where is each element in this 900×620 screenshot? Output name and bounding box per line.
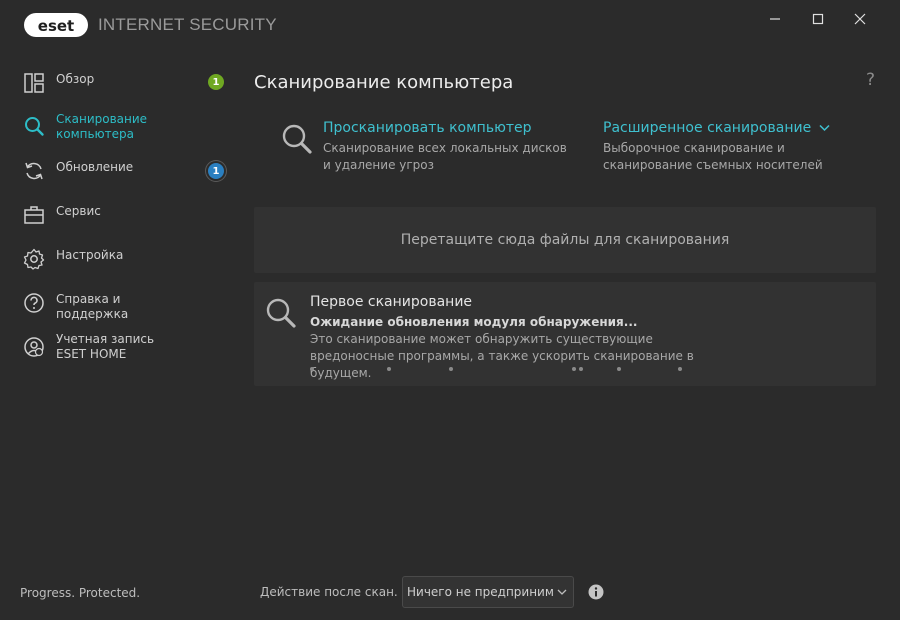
advanced-scan-desc: Выборочное сканирование и сканирование с… — [603, 141, 823, 172]
tagline: Progress. Protected. — [20, 586, 141, 600]
first-scan-search-icon — [266, 298, 296, 328]
main-content: Сканирование компьютера ? Просканировать… — [234, 50, 900, 620]
search-icon — [25, 117, 44, 136]
title-bar: eset INTERNET SECURITY — [0, 0, 900, 50]
first-scan-desc: Это сканирование может обнаружить сущест… — [310, 332, 694, 380]
gear-icon — [23, 248, 45, 270]
loading-dot — [617, 367, 621, 371]
scan-computer-desc: Сканирование всех локальных дисков и уда… — [323, 141, 567, 172]
status-badge: 1 — [208, 74, 224, 90]
maximize-icon — [812, 13, 824, 25]
loading-dots — [254, 367, 876, 373]
sidebar-item-label: Сервис — [56, 204, 101, 218]
advanced-scan-option[interactable]: Расширенное сканирование Выборочное скан… — [603, 120, 843, 174]
chevron-down-icon — [557, 589, 567, 595]
scan-computer-option[interactable]: Просканировать компьютер Сканирование вс… — [323, 120, 573, 174]
sidebar-item-update[interactable]: Обновление 1 — [0, 158, 234, 186]
after-scan-action-label: Действие после скан. — [260, 585, 398, 599]
sidebar-item-account[interactable]: Учетная запись ESET HOME — [0, 330, 234, 364]
minimize-icon — [770, 18, 780, 20]
sidebar-item-settings[interactable]: Настройка — [0, 246, 234, 274]
close-icon — [854, 13, 866, 25]
product-name: INTERNET SECURITY — [98, 15, 277, 34]
overview-grid-icon — [24, 73, 44, 93]
sidebar-item-label: Сканирование компьютера — [56, 112, 148, 141]
page-title: Сканирование компьютера — [254, 72, 514, 93]
loading-dot — [310, 367, 314, 371]
sidebar-item-computer-scan[interactable]: Сканирование компьютера — [0, 110, 234, 144]
sidebar-item-label: Учетная запись ESET HOME — [56, 332, 155, 361]
maximize-button[interactable] — [801, 8, 835, 30]
sidebar-item-help[interactable]: Справка и поддержка — [0, 290, 234, 321]
app-window: eset INTERNET SECURITY Обзор 1 Сканирова… — [0, 0, 900, 620]
sidebar-item-label: Справка и поддержка — [56, 292, 129, 321]
after-scan-action-value: Ничего не предприним... — [407, 585, 553, 599]
eset-logo-icon: eset — [24, 13, 88, 37]
sidebar-item-tools[interactable]: Сервис — [0, 202, 234, 230]
briefcase-icon — [24, 206, 44, 224]
sidebar-item-label: Обзор — [56, 72, 95, 86]
account-icon — [24, 337, 44, 357]
loading-dot — [387, 367, 391, 371]
minimize-button[interactable] — [758, 8, 792, 30]
first-scan-title: Первое сканирование — [310, 294, 473, 310]
help-button[interactable]: ? — [866, 70, 875, 90]
help-icon — [24, 293, 44, 313]
after-scan-action-select[interactable]: Ничего не предприним... — [402, 576, 574, 608]
close-button[interactable] — [843, 8, 877, 30]
advanced-scan-label: Расширенное сканирование — [603, 120, 812, 136]
first-scan-status: Ожидание обновления модуля обнаружения..… — [310, 315, 638, 329]
sidebar-item-label: Обновление — [56, 160, 134, 174]
scan-computer-link[interactable]: Просканировать компьютер — [323, 120, 573, 136]
sidebar-item-overview[interactable]: Обзор 1 — [0, 70, 234, 98]
loading-dot — [579, 367, 583, 371]
sidebar: Обзор 1 Сканирование компьютера Обновлен… — [0, 50, 234, 620]
first-scan-card[interactable]: Первое сканирование Ожидание обновления … — [254, 282, 876, 386]
refresh-icon — [25, 162, 43, 180]
app-logo: eset INTERNET SECURITY — [24, 12, 277, 38]
sidebar-item-label: Настройка — [56, 248, 124, 262]
loading-dot — [449, 367, 453, 371]
scan-computer-icon — [282, 124, 312, 154]
info-icon[interactable] — [588, 584, 604, 600]
status-badge: 1 — [208, 163, 224, 179]
brand-text: eset — [38, 17, 74, 35]
loading-dot — [572, 367, 576, 371]
file-dropzone[interactable]: Перетащите сюда файлы для сканирования — [254, 207, 876, 273]
chevron-down-icon — [819, 124, 830, 132]
loading-dot — [678, 367, 682, 371]
advanced-scan-link[interactable]: Расширенное сканирование — [603, 120, 843, 136]
